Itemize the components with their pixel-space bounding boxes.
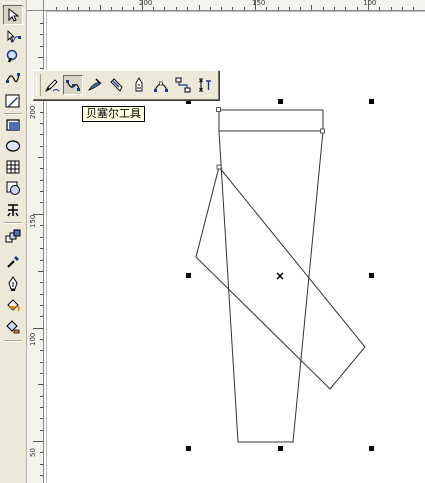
tooltip: 贝塞尔工具	[82, 106, 145, 122]
selection-handle[interactable]	[186, 273, 191, 278]
dimension-icon	[199, 78, 211, 92]
curve-flyout-toolbar	[33, 70, 219, 100]
node-handle[interactable]	[216, 107, 221, 112]
selection-handle[interactable]	[186, 446, 191, 451]
flyout-grip[interactable]	[36, 74, 41, 96]
selection-handle[interactable]	[369, 273, 374, 278]
dimension-tool-button[interactable]	[195, 75, 215, 95]
bezier-tool-button[interactable]	[63, 75, 83, 95]
selection-handle[interactable]	[278, 446, 283, 451]
selection-handle[interactable]	[369, 446, 374, 451]
selection-handle[interactable]	[369, 99, 374, 104]
connector-icon	[175, 77, 191, 93]
pen-icon	[110, 78, 123, 92]
freehand-tool-button[interactable]	[42, 75, 62, 95]
bezier-pen-icon	[66, 80, 80, 91]
artistic-media-icon	[87, 78, 102, 91]
center-marker[interactable]	[276, 272, 284, 280]
three-point-curve-tool-button[interactable]	[151, 75, 171, 95]
polyline-tool-button[interactable]	[129, 75, 149, 95]
selection-handle[interactable]	[278, 99, 283, 104]
three-point-curve-icon	[154, 81, 168, 92]
rotated-rectangle-shape[interactable]	[195, 165, 366, 390]
pen-tool-button[interactable]	[107, 75, 127, 95]
interactive-connector-tool-button[interactable]	[173, 75, 193, 95]
artistic-media-tool-button[interactable]	[85, 75, 105, 95]
node-handle[interactable]	[320, 128, 325, 134]
polyline-icon	[135, 77, 143, 92]
freehand-pencil-icon	[44, 79, 60, 93]
node-handle[interactable]	[216, 164, 222, 170]
